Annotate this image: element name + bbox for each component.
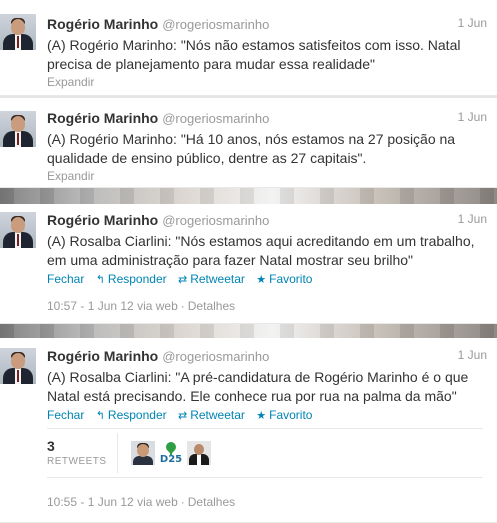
retweet-button[interactable]: ⇄ Retweetar — [178, 408, 245, 422]
retweet-label: Retweetar — [190, 408, 245, 422]
tweet-item[interactable]: Rogério Marinho @rogeriosmarinho 1 Jun (A… — [0, 98, 497, 188]
reply-label: Responder — [107, 408, 167, 422]
reply-button[interactable]: ↰ Responder — [96, 408, 167, 422]
details-link[interactable]: Detalhes — [188, 495, 235, 509]
background-photo-strip — [0, 188, 497, 204]
tweet-header: Rogério Marinho @rogeriosmarinho — [47, 212, 487, 228]
retweet-label: Retweetar — [190, 272, 245, 286]
retweet-stats: 3 RETWEETS D25 — [47, 428, 483, 478]
expand-link[interactable]: Expandir — [47, 169, 487, 183]
tweet-timestamp[interactable]: 10:55 - 1 Jun 12 via web — [47, 495, 178, 509]
tweet-header: Rogério Marinho @rogeriosmarinho — [47, 110, 487, 126]
user-handle[interactable]: @rogeriosmarinho — [162, 213, 269, 228]
tweet-meta: 10:55 - 1 Jun 12 via web · Detalhes — [47, 495, 236, 509]
tweet-meta: 10:57 - 1 Jun 12 via web · Detalhes — [47, 299, 236, 313]
details-link[interactable]: Detalhes — [188, 299, 235, 313]
avatar-badge-text: D25 — [159, 454, 183, 465]
tweet-date[interactable]: 1 Jun — [458, 110, 487, 124]
tweet-actions: Fechar ↰ Responder ⇄ Retweetar ★ Favorito — [47, 272, 487, 286]
retweeter-avatar[interactable]: D25 — [159, 441, 183, 465]
favorite-label: Favorito — [269, 408, 313, 422]
tweet-text: (A) Rosalba Ciarlini: "A pré-candidatura… — [47, 369, 469, 404]
user-handle[interactable]: @rogeriosmarinho — [162, 349, 269, 364]
tweet-header: Rogério Marinho @rogeriosmarinho — [47, 348, 487, 364]
tweet-item-expanded[interactable]: Rogério Marinho @rogeriosmarinho 1 Jun (A… — [0, 338, 497, 523]
favorite-label: Favorito — [269, 272, 313, 286]
tweet-item[interactable]: Rogério Marinho @rogeriosmarinho 1 Jun (A… — [0, 0, 497, 96]
star-icon: ★ — [256, 410, 267, 422]
reply-arrow-icon: ↰ — [95, 274, 105, 286]
background-photo-strip — [0, 324, 497, 338]
favorite-button[interactable]: ★ Favorito — [256, 408, 312, 422]
tweet-date[interactable]: 1 Jun — [458, 16, 487, 30]
retweet-icon: ⇄ — [177, 274, 188, 286]
tweet-item-expanded[interactable]: Rogério Marinho @rogeriosmarinho 1 Jun (A… — [0, 204, 497, 324]
tweet-text: (A) Rosalba Ciarlini: "Nós estamos aqui … — [47, 233, 475, 268]
reply-label: Responder — [107, 272, 167, 286]
user-avatar[interactable] — [0, 111, 36, 147]
favorite-button[interactable]: ★ Favorito — [256, 272, 312, 286]
user-avatar[interactable] — [0, 14, 36, 50]
stats-divider — [117, 433, 118, 473]
retweet-icon: ⇄ — [177, 410, 188, 422]
tweet-date[interactable]: 1 Jun — [458, 348, 487, 362]
expand-link[interactable]: Expandir — [47, 75, 487, 89]
user-name[interactable]: Rogério Marinho — [47, 16, 158, 32]
retweet-count[interactable]: 3 — [47, 438, 55, 454]
retweeter-avatar[interactable] — [187, 441, 211, 465]
tweet-timestamp[interactable]: 10:57 - 1 Jun 12 via web — [47, 299, 178, 313]
star-icon: ★ — [256, 274, 267, 286]
tweet-actions: Fechar ↰ Responder ⇄ Retweetar ★ Favorito — [47, 408, 487, 422]
user-name[interactable]: Rogério Marinho — [47, 348, 158, 364]
user-handle[interactable]: @rogeriosmarinho — [162, 17, 269, 32]
tweet-text: (A) Rogério Marinho: "Nós não estamos sa… — [47, 37, 461, 72]
user-avatar[interactable] — [0, 348, 36, 384]
close-link[interactable]: Fechar — [47, 408, 84, 422]
user-handle[interactable]: @rogeriosmarinho — [162, 111, 269, 126]
user-name[interactable]: Rogério Marinho — [47, 110, 158, 126]
reply-button[interactable]: ↰ Responder — [96, 272, 167, 286]
close-link[interactable]: Fechar — [47, 272, 84, 286]
user-avatar[interactable] — [0, 212, 36, 248]
retweet-button[interactable]: ⇄ Retweetar — [178, 272, 245, 286]
tweet-date[interactable]: 1 Jun — [458, 212, 487, 226]
retweet-count-label: RETWEETS — [47, 456, 107, 467]
tweet-text: (A) Rogério Marinho: "Há 10 anos, nós es… — [47, 131, 456, 166]
retweeter-avatar[interactable] — [131, 441, 155, 465]
tweet-header: Rogério Marinho @rogeriosmarinho — [47, 16, 487, 32]
user-name[interactable]: Rogério Marinho — [47, 212, 158, 228]
reply-arrow-icon: ↰ — [95, 410, 105, 422]
